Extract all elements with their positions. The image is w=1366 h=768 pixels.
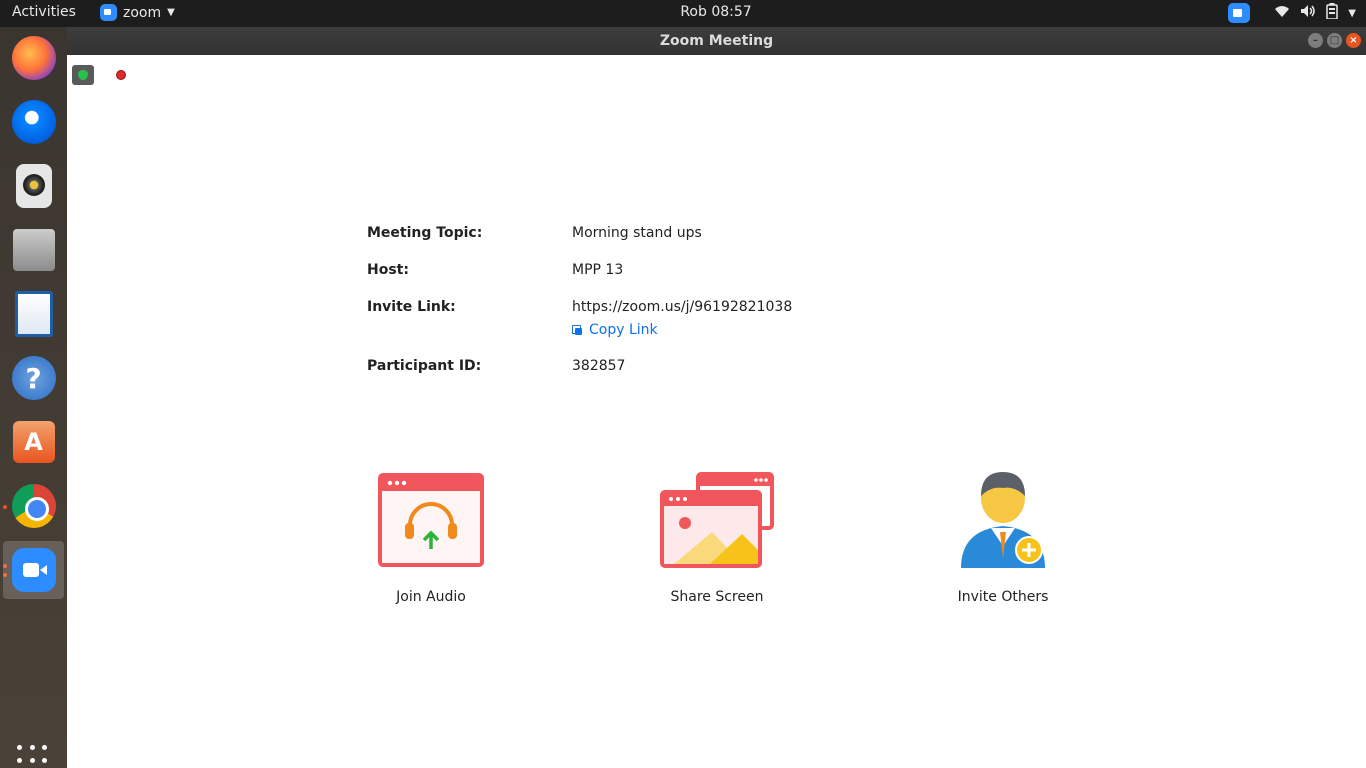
dock-item-chrome[interactable] [3,477,64,535]
share-screen-label: Share Screen [670,589,764,605]
dock-item-firefox[interactable] [3,29,64,87]
dock-item-files[interactable] [3,221,64,279]
clock[interactable]: Rob 08:57 [0,4,1366,20]
help-icon: ? [11,356,56,400]
invite-link-value: https://zoom.us/j/96192821038 [572,299,793,315]
writer-icon [14,291,53,337]
recording-indicator-icon[interactable] [116,70,126,80]
close-button[interactable]: × [1346,33,1361,48]
show-applications-icon[interactable] [17,745,49,768]
wifi-icon [1274,4,1290,22]
meeting-window: Meeting Topic: Morning stand ups Host: M… [67,55,1366,768]
dock-item-software[interactable]: A [3,413,64,471]
dock-item-writer[interactable] [3,285,64,343]
zoom-icon [11,548,56,592]
invite-others-label: Invite Others [957,589,1049,605]
firefox-icon [11,36,56,80]
dock-item-zoom[interactable] [3,541,64,599]
copy-link-button[interactable]: Copy Link [572,322,658,338]
participant-id-value: 382857 [572,358,626,374]
join-audio-icon [371,465,491,575]
system-tray[interactable]: ▼ [1228,3,1356,23]
volume-icon [1300,4,1316,22]
software-icon: A [12,421,55,463]
participant-id-label: Participant ID: [367,358,482,374]
invite-others-button[interactable]: Invite Others [943,465,1063,605]
dock-item-thunderbird[interactable] [3,93,64,151]
share-screen-button[interactable]: Share Screen [657,465,777,605]
system-menu-caret-icon[interactable]: ▼ [1348,8,1356,19]
zoom-tray-icon[interactable] [1228,3,1251,23]
topic-value: Morning stand ups [572,225,702,241]
dock-item-rhythmbox[interactable] [3,157,64,215]
battery-icon [1326,3,1339,23]
host-value: MPP 13 [572,262,624,278]
invite-link-label: Invite Link: [367,299,456,315]
chrome-icon [11,484,56,528]
share-screen-icon [657,465,777,575]
thunderbird-icon [11,100,56,144]
security-shield-icon[interactable] [72,65,94,85]
minimize-button[interactable]: – [1308,33,1323,48]
copy-link-label: Copy Link [589,322,658,338]
join-audio-button[interactable]: Join Audio [371,465,491,605]
dock-item-help[interactable]: ? [3,349,64,407]
topic-label: Meeting Topic: [367,225,483,241]
top-bar: Activities zoom ▼ Rob 08:57 ▼ [0,0,1366,27]
copy-icon [572,324,583,336]
maximize-button[interactable]: □ [1327,33,1342,48]
dock: ? A [0,27,67,768]
window-titlebar[interactable]: Zoom Meeting – □ × [67,27,1366,55]
join-audio-label: Join Audio [396,589,466,605]
window-title: Zoom Meeting [659,33,774,49]
host-label: Host: [367,262,409,278]
files-icon [12,229,55,271]
rhythmbox-icon [15,164,52,208]
invite-others-icon [943,465,1063,575]
